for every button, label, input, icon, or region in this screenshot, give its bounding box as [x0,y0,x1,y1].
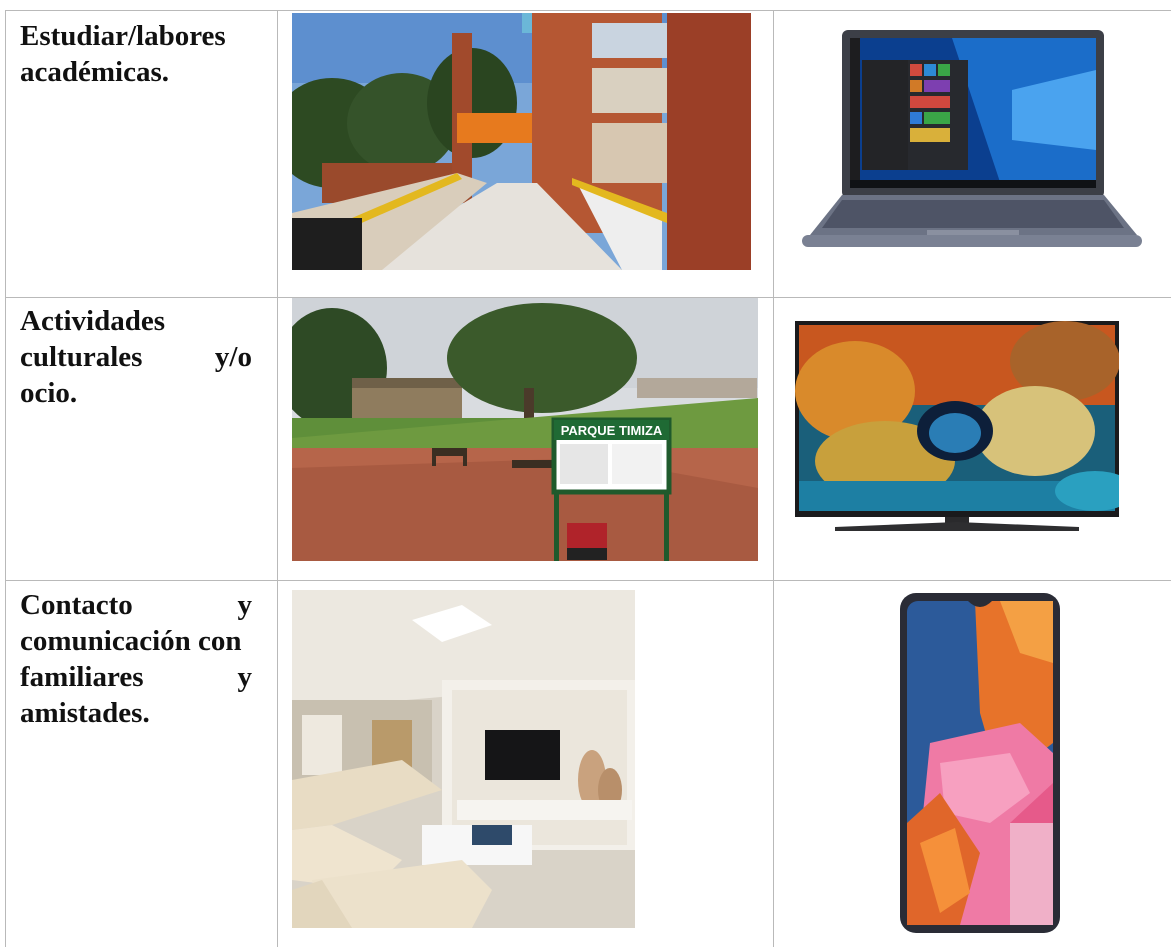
label-line: Actividades [20,305,165,337]
table-left-border [5,10,6,947]
row-label-contact: Contacto y comunicación con familiares y… [20,587,252,731]
park-photo: PARQUE TIMIZA [292,298,758,561]
label-line: culturales y/o [20,341,252,373]
row-label-study: Estudiar/labores académicas. [20,18,252,90]
label-line: académicas. [20,56,169,88]
row-divider-2 [5,580,1171,581]
university-walkway-photo [292,13,751,270]
smartphone-image [900,593,1060,933]
label-line: comunicación con [20,625,242,657]
table-top-border [5,10,1171,11]
label-line: familiares y [20,661,252,693]
label-line: Estudiar/labores [20,20,226,52]
column-divider-2 [773,10,774,947]
column-divider-1 [277,10,278,947]
television-image [795,321,1119,539]
park-sign-title: PARQUE TIMIZA [560,423,663,438]
label-line: ocio. [20,377,78,409]
label-line: amistades. [20,697,150,729]
label-line: Contacto y [20,589,252,621]
row-label-culture: Actividades culturales y/o ocio. [20,303,252,411]
living-room-photo [292,590,635,928]
laptop-image [802,30,1142,263]
